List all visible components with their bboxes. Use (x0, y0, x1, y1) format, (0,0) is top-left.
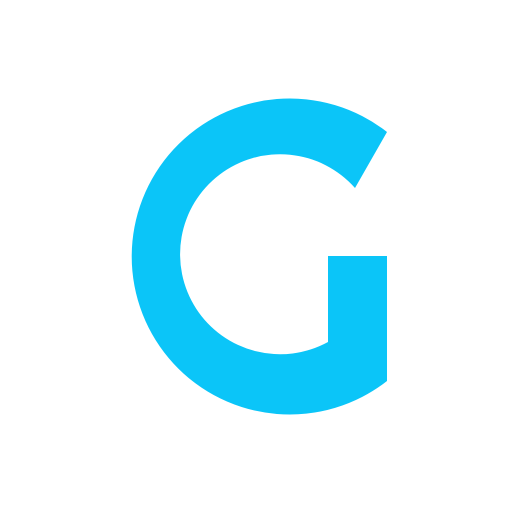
app-icon-canvas (0, 0, 512, 512)
g-logo-shape (131, 98, 387, 415)
letter-g-logo-icon (131, 98, 387, 415)
